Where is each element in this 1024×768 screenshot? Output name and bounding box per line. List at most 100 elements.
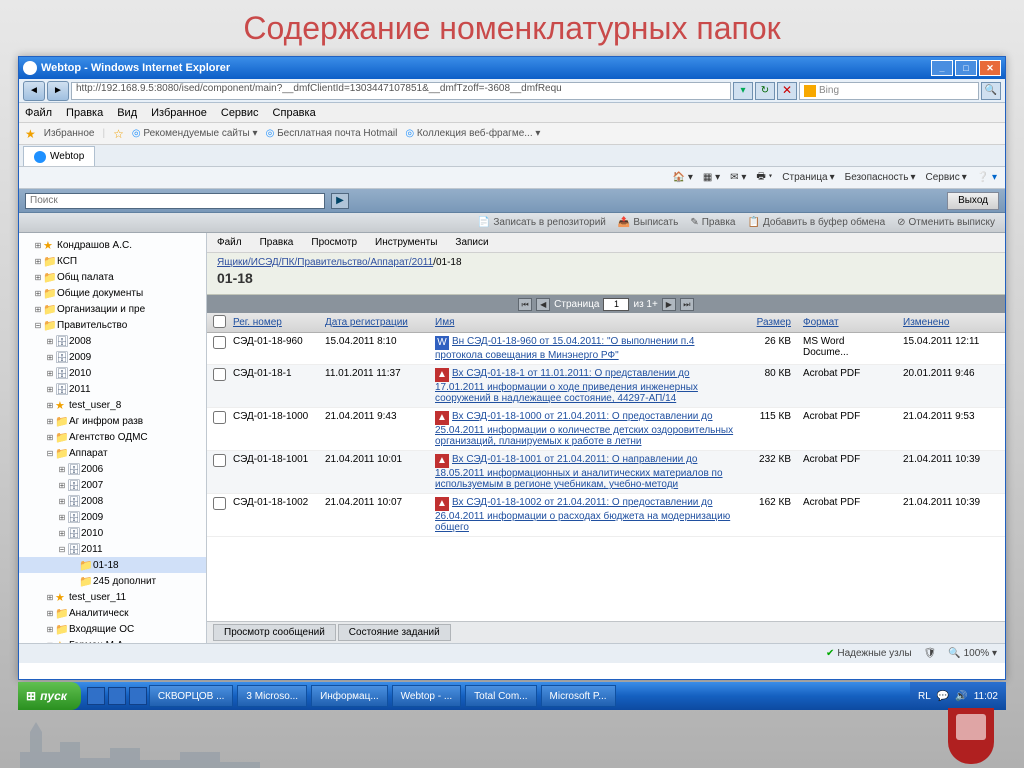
tree-item[interactable]: ⊞🗄2008 [19, 333, 206, 349]
col-reg[interactable]: Рег. номер [227, 317, 319, 328]
feeds-icon[interactable]: ▦ ▾ [703, 172, 720, 183]
row-checkbox[interactable] [213, 497, 226, 510]
pager-next[interactable]: ▶ [662, 298, 676, 311]
select-all-checkbox[interactable] [213, 315, 226, 328]
menu-view[interactable]: Вид [117, 107, 137, 119]
action-edit[interactable]: ✎ Правка [690, 217, 735, 228]
submenu-tools[interactable]: Инструменты [375, 237, 437, 248]
home-icon[interactable]: 🏠 ▾ [673, 172, 693, 183]
tree-item[interactable]: ⊞★Кондрашов А.С. [19, 237, 206, 253]
tree-item[interactable]: ⊟📁Аппарат [19, 445, 206, 461]
action-save-repo[interactable]: 📄 Записать в репозиторий [478, 217, 606, 228]
row-checkbox[interactable] [213, 454, 226, 467]
taskbar-item[interactable]: Microsoft P... [541, 685, 616, 707]
tree-item[interactable]: ⊞📁Организации и пре [19, 301, 206, 317]
tree-item[interactable]: ⊞🗄2009 [19, 349, 206, 365]
submenu-edit[interactable]: Правка [260, 237, 294, 248]
document-link[interactable]: Вх СЭД-01-18-1001 от 21.04.2011: О напра… [435, 454, 723, 490]
tree-item[interactable]: ⊞🗄2010 [19, 365, 206, 381]
tree-item[interactable]: ⊞★test_user_11 [19, 589, 206, 605]
tree-item[interactable]: ⊞📁Входящие ОС [19, 621, 206, 637]
document-link[interactable]: Вн СЭД-01-18-960 от 15.04.2011: "О выпол… [435, 336, 694, 361]
tree-item[interactable]: ⊞📁Аг инфром разв [19, 413, 206, 429]
table-row[interactable]: СЭД-01-18-100221.04.2011 10:07▲Вх СЭД-01… [207, 494, 1005, 537]
tab-messages[interactable]: Просмотр сообщений [213, 624, 336, 641]
taskbar-item[interactable]: СКВОРЦОВ ... [149, 685, 234, 707]
row-checkbox[interactable] [213, 368, 226, 381]
table-row[interactable]: СЭД-01-18-100121.04.2011 10:01▲Вх СЭД-01… [207, 451, 1005, 494]
logout-button[interactable]: Выход [947, 192, 999, 210]
tree-item[interactable]: ⊞🗄2010 [19, 525, 206, 541]
pager-input[interactable] [603, 298, 629, 311]
submenu-view[interactable]: Просмотр [311, 237, 357, 248]
back-button[interactable]: ◄ [23, 81, 45, 101]
tab-webtop[interactable]: Webtop [23, 146, 95, 166]
action-checkout[interactable]: 📤 Выписать [618, 217, 678, 228]
tree-item[interactable]: ⊞📁Общие документы [19, 285, 206, 301]
address-input[interactable]: http://192.168.9.5:8080/ised/component/m… [71, 82, 731, 100]
help-icon[interactable]: ❔ ▾ [977, 172, 997, 183]
zoom-control[interactable]: 🔍 100% ▾ [948, 648, 997, 659]
service-menu[interactable]: Сервис ▾ [925, 172, 966, 183]
submenu-records[interactable]: Записи [455, 237, 488, 248]
submenu-file[interactable]: Файл [217, 237, 242, 248]
tree-item[interactable]: ⊞📁Аналитическ [19, 605, 206, 621]
tab-tasks[interactable]: Состояние заданий [338, 624, 451, 641]
safety-menu[interactable]: Безопасность ▾ [845, 172, 916, 183]
col-date[interactable]: Дата регистрации [319, 317, 429, 328]
close-button[interactable]: ✕ [979, 60, 1001, 76]
tree-item[interactable]: ⊞★Герман М.А. [19, 637, 206, 643]
tray-volume-icon[interactable]: 🔊 [955, 691, 967, 702]
print-icon[interactable]: 🖶 ▾ [756, 169, 772, 186]
hotmail-link[interactable]: ◎ Бесплатная почта Hotmail [266, 128, 398, 139]
tree-item[interactable]: ⊞📁Агентство ОДМС [19, 429, 206, 445]
pager-last[interactable]: ⏭ [680, 298, 694, 311]
tree-item[interactable]: 📁01-18 [19, 557, 206, 573]
forward-button[interactable]: ► [47, 81, 69, 101]
col-format[interactable]: Формат [797, 317, 897, 328]
tree-item[interactable]: ⊞🗄2011 [19, 381, 206, 397]
tree-item[interactable]: ⊞📁Общ палата [19, 269, 206, 285]
col-size[interactable]: Размер [741, 317, 797, 328]
tree-item[interactable]: 📁245 дополнит [19, 573, 206, 589]
document-link[interactable]: Вх СЭД-01-18-1002 от 21.04.2011: О предо… [435, 497, 730, 533]
table-row[interactable]: СЭД-01-18-111.01.2011 11:37▲Вх СЭД-01-18… [207, 365, 1005, 408]
document-link[interactable]: Вх СЭД-01-18-1000 от 21.04.2011: О предо… [435, 411, 733, 447]
lang-indicator[interactable]: RL [918, 691, 931, 702]
menu-help[interactable]: Справка [273, 107, 316, 119]
menu-file[interactable]: Файл [25, 107, 52, 119]
page-menu[interactable]: Страница ▾ [782, 172, 834, 183]
ql-explorer-icon[interactable] [108, 687, 126, 705]
ql-ie-icon[interactable] [87, 687, 105, 705]
table-row[interactable]: СЭД-01-18-100021.04.2011 9:43▲Вх СЭД-01-… [207, 408, 1005, 451]
tree-item[interactable]: ⊟🗄2011 [19, 541, 206, 557]
star-icon[interactable]: ★ [25, 127, 36, 141]
search-go-button[interactable]: 🔍 [981, 82, 1001, 100]
menu-tools[interactable]: Сервис [221, 107, 259, 119]
go-button[interactable]: ▾ [733, 82, 753, 100]
tree-item[interactable]: ⊞🗄2006 [19, 461, 206, 477]
start-button[interactable]: ⊞ пуск [18, 682, 81, 710]
tray-icon[interactable]: 💬 [937, 691, 949, 702]
row-checkbox[interactable] [213, 336, 226, 349]
tree-item[interactable]: ⊞★test_user_8 [19, 397, 206, 413]
minimize-button[interactable]: _ [931, 60, 953, 76]
col-name[interactable]: Имя [429, 317, 741, 328]
menu-edit[interactable]: Правка [66, 107, 103, 119]
taskbar-item[interactable]: Webtop - ... [392, 685, 462, 707]
tree-item[interactable]: ⊞🗄2008 [19, 493, 206, 509]
webfragments-link[interactable]: ◎ Коллекция веб-фрагме... ▾ [405, 128, 540, 139]
pager-first[interactable]: ⏮ [518, 298, 532, 311]
row-checkbox[interactable] [213, 411, 226, 424]
taskbar-item[interactable]: Информац... [311, 685, 388, 707]
document-link[interactable]: Вх СЭД-01-18-1 от 11.01.2011: О представ… [435, 368, 698, 404]
taskbar-item[interactable]: Total Com... [465, 685, 536, 707]
breadcrumb-path[interactable]: Ящики/ИСЭД/ПК/Правительство/Аппарат/2011 [217, 257, 433, 268]
ql-desktop-icon[interactable] [129, 687, 147, 705]
action-clipboard[interactable]: 📋 Добавить в буфер обмена [748, 217, 886, 228]
search-box[interactable]: Bing [799, 82, 979, 100]
action-cancel[interactable]: ⊘ Отменить выписку [897, 217, 995, 228]
tree-item[interactable]: ⊞🗄2007 [19, 477, 206, 493]
tree-item[interactable]: ⊞📁КСП [19, 253, 206, 269]
refresh-button[interactable]: ↻ [755, 82, 775, 100]
